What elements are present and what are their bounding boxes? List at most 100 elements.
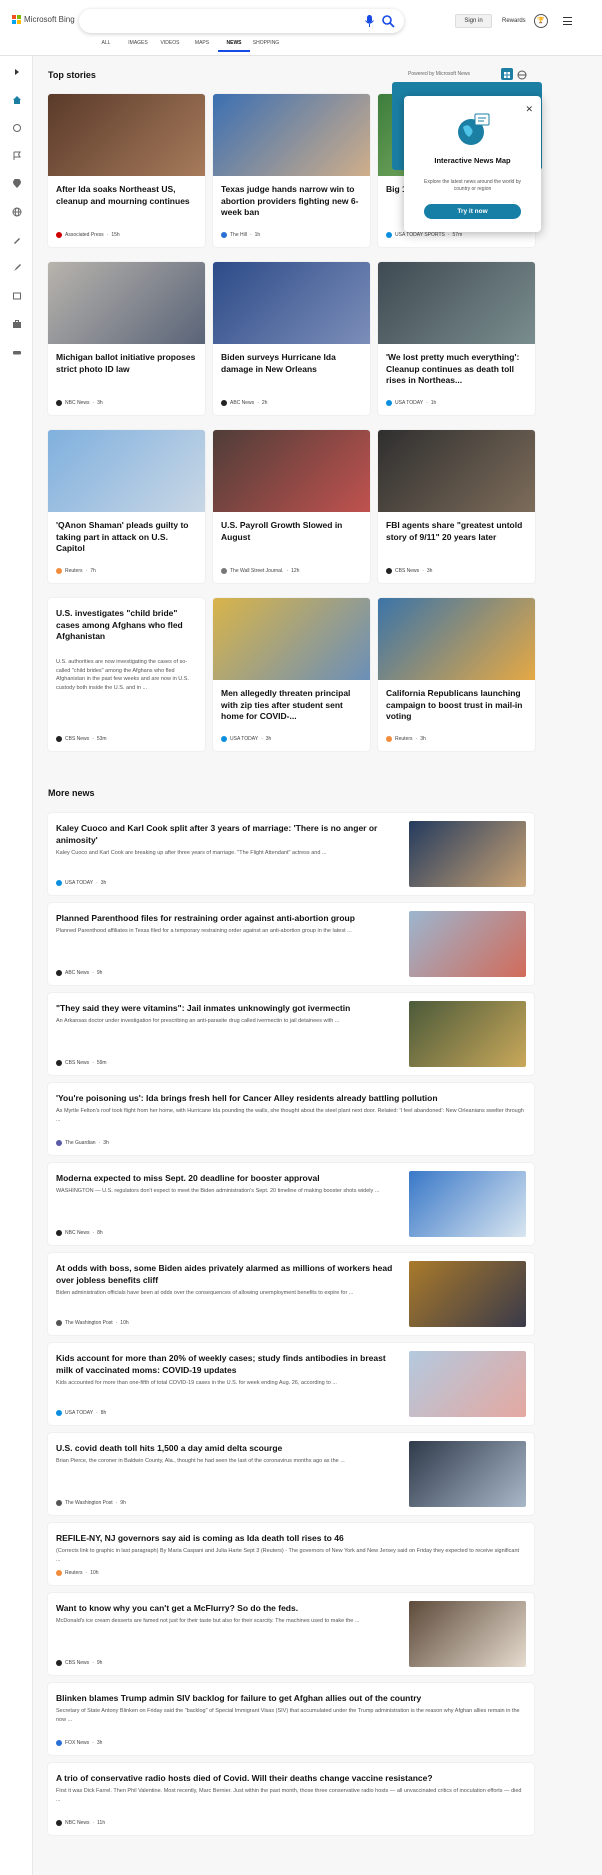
story-source[interactable]: USA TODAY · 3h xyxy=(221,736,271,742)
news-list-item[interactable]: REFILE-NY, NJ governors say aid is comin… xyxy=(48,1523,534,1585)
story-card[interactable]: U.S. Payroll Growth Slowed in August The … xyxy=(213,430,370,583)
story-source[interactable]: The Wall Street Journal. · 12h xyxy=(221,568,299,574)
story-title[interactable]: U.S. investigates "child bride" cases am… xyxy=(56,608,198,643)
story-source[interactable]: Reuters · 3h xyxy=(386,736,426,742)
story-image[interactable] xyxy=(48,94,205,176)
story-card[interactable]: Biden surveys Hurricane Ida damage in Ne… xyxy=(213,262,370,415)
news-list-item[interactable]: 'You're poisoning us': Ida brings fresh … xyxy=(48,1083,534,1155)
news-list-item[interactable]: Planned Parenthood files for restraining… xyxy=(48,903,534,985)
story-card[interactable]: 'We lost pretty much everything': Cleanu… xyxy=(378,262,535,415)
story-title[interactable]: After Ida soaks Northeast US, cleanup an… xyxy=(56,184,198,207)
news-list-item[interactable]: U.S. covid death toll hits 1,500 a day a… xyxy=(48,1433,534,1515)
news-source[interactable]: FOX News · 3h xyxy=(56,1740,102,1746)
story-title[interactable]: Biden surveys Hurricane Ida damage in Ne… xyxy=(221,352,363,375)
news-list-item[interactable]: Kaley Cuoco and Karl Cook split after 3 … xyxy=(48,813,534,895)
story-title[interactable]: Texas judge hands narrow win to abortion… xyxy=(221,184,363,219)
news-thumbnail[interactable] xyxy=(409,821,526,887)
map-view-icon[interactable] xyxy=(516,68,528,80)
tab-images[interactable]: IMAGES xyxy=(122,40,154,52)
globe-icon[interactable] xyxy=(11,206,22,217)
news-title[interactable]: Moderna expected to miss Sept. 20 deadli… xyxy=(56,1172,396,1184)
story-source[interactable]: The Hill · 1h xyxy=(221,232,260,238)
story-card[interactable]: Texas judge hands narrow win to abortion… xyxy=(213,94,370,247)
news-list-item[interactable]: A trio of conservative radio hosts died … xyxy=(48,1763,534,1835)
story-image[interactable] xyxy=(48,262,205,344)
story-source[interactable]: Associated Press · 15h xyxy=(56,232,120,238)
story-image[interactable] xyxy=(378,262,535,344)
news-source[interactable]: USA TODAY · 3h xyxy=(56,880,106,886)
tab-videos[interactable]: VIDEOS xyxy=(154,40,186,52)
story-source[interactable]: CBS News · 3h xyxy=(386,568,432,574)
story-image[interactable] xyxy=(213,430,370,512)
news-source[interactable]: The Washington Post · 10h xyxy=(56,1320,129,1326)
news-thumbnail[interactable] xyxy=(409,1351,526,1417)
story-source[interactable]: NBC News · 3h xyxy=(56,400,103,406)
news-title[interactable]: U.S. covid death toll hits 1,500 a day a… xyxy=(56,1442,396,1454)
car-icon[interactable] xyxy=(11,346,22,357)
news-thumbnail[interactable] xyxy=(409,1001,526,1067)
menu-icon[interactable] xyxy=(563,17,572,25)
story-card[interactable]: California Republicans launching campaig… xyxy=(378,598,535,751)
story-card[interactable]: Michigan ballot initiative proposes stri… xyxy=(48,262,205,415)
story-source[interactable]: ABC News · 2h xyxy=(221,400,267,406)
story-card[interactable]: Men allegedly threaten principal with zi… xyxy=(213,598,370,751)
news-title[interactable]: Kids account for more than 20% of weekly… xyxy=(56,1352,396,1376)
story-title[interactable]: FBI agents share "greatest untold story … xyxy=(386,520,528,543)
briefcase-icon[interactable] xyxy=(11,318,22,329)
story-title[interactable]: 'We lost pretty much everything': Cleanu… xyxy=(386,352,528,387)
story-image[interactable] xyxy=(213,94,370,176)
close-icon[interactable]: ✕ xyxy=(525,104,533,115)
story-title[interactable]: 'QAnon Shaman' pleads guilty to taking p… xyxy=(56,520,198,555)
news-source[interactable]: CBS News · 9h xyxy=(56,1660,102,1666)
movies-icon[interactable] xyxy=(11,290,22,301)
try-it-now-button[interactable]: Try it now xyxy=(424,204,521,219)
news-title[interactable]: A trio of conservative radio hosts died … xyxy=(56,1772,524,1784)
microphone-icon[interactable] xyxy=(364,14,375,28)
story-card[interactable]: FBI agents share "greatest untold story … xyxy=(378,430,535,583)
tab-maps[interactable]: MAPS xyxy=(186,40,218,52)
news-thumbnail[interactable] xyxy=(409,1261,526,1327)
story-image[interactable] xyxy=(213,598,370,680)
rewards-link[interactable]: Rewards xyxy=(502,15,526,27)
news-list-item[interactable]: Blinken blames Trump admin SIV backlog f… xyxy=(48,1683,534,1755)
story-image[interactable] xyxy=(48,430,205,512)
story-title[interactable]: California Republicans launching campaig… xyxy=(386,688,528,723)
news-source[interactable]: CBS News · 59m xyxy=(56,1060,107,1066)
rewards-trophy-icon[interactable]: 🏆 xyxy=(534,14,548,28)
flag-icon[interactable] xyxy=(11,150,22,161)
story-source[interactable]: CBS News · 53m xyxy=(56,736,107,742)
search-input[interactable] xyxy=(79,9,404,33)
news-title[interactable]: At odds with boss, some Biden aides priv… xyxy=(56,1262,396,1286)
news-thumbnail[interactable] xyxy=(409,1601,526,1667)
story-source[interactable]: USA TODAY · 1h xyxy=(386,400,436,406)
news-source[interactable]: ABC News · 9h xyxy=(56,970,102,976)
news-list-item[interactable]: Kids account for more than 20% of weekly… xyxy=(48,1343,534,1425)
rocket-icon[interactable] xyxy=(11,262,22,273)
news-list-item[interactable]: "They said they were vitamins": Jail inm… xyxy=(48,993,534,1075)
home-icon[interactable] xyxy=(11,94,22,105)
news-title[interactable]: 'You're poisoning us': Ida brings fresh … xyxy=(56,1092,524,1104)
story-card[interactable]: 'QAnon Shaman' pleads guilty to taking p… xyxy=(48,430,205,583)
grid-view-icon[interactable] xyxy=(501,68,513,80)
news-source[interactable]: USA TODAY · 8h xyxy=(56,1410,106,1416)
tab-news[interactable]: NEWS xyxy=(218,40,250,52)
story-title[interactable]: U.S. Payroll Growth Slowed in August xyxy=(221,520,363,543)
news-source[interactable]: The Guardian · 3h xyxy=(56,1140,109,1146)
signin-button[interactable]: Sign in xyxy=(455,14,492,28)
story-image[interactable] xyxy=(378,598,535,680)
news-list-item[interactable]: Want to know why you can't get a McFlurr… xyxy=(48,1593,534,1675)
story-card[interactable]: U.S. investigates "child bride" cases am… xyxy=(48,598,205,751)
sports-icon[interactable] xyxy=(11,122,22,133)
news-source[interactable]: The Washington Post · 9h xyxy=(56,1500,126,1506)
news-source[interactable]: Reuters · 10h xyxy=(56,1570,99,1576)
news-source[interactable]: NBC News · 11h xyxy=(56,1820,105,1826)
story-card[interactable]: After Ida soaks Northeast US, cleanup an… xyxy=(48,94,205,247)
expand-chevron-icon[interactable] xyxy=(11,66,22,77)
news-title[interactable]: Want to know why you can't get a McFlurr… xyxy=(56,1602,396,1614)
tab-all[interactable]: ALL xyxy=(90,40,122,52)
pen-icon[interactable] xyxy=(11,234,22,245)
story-title[interactable]: Men allegedly threaten principal with zi… xyxy=(221,688,363,723)
news-source[interactable]: NBC News · 8h xyxy=(56,1230,103,1236)
news-list-item[interactable]: Moderna expected to miss Sept. 20 deadli… xyxy=(48,1163,534,1245)
tab-shopping[interactable]: SHOPPING xyxy=(250,40,282,52)
